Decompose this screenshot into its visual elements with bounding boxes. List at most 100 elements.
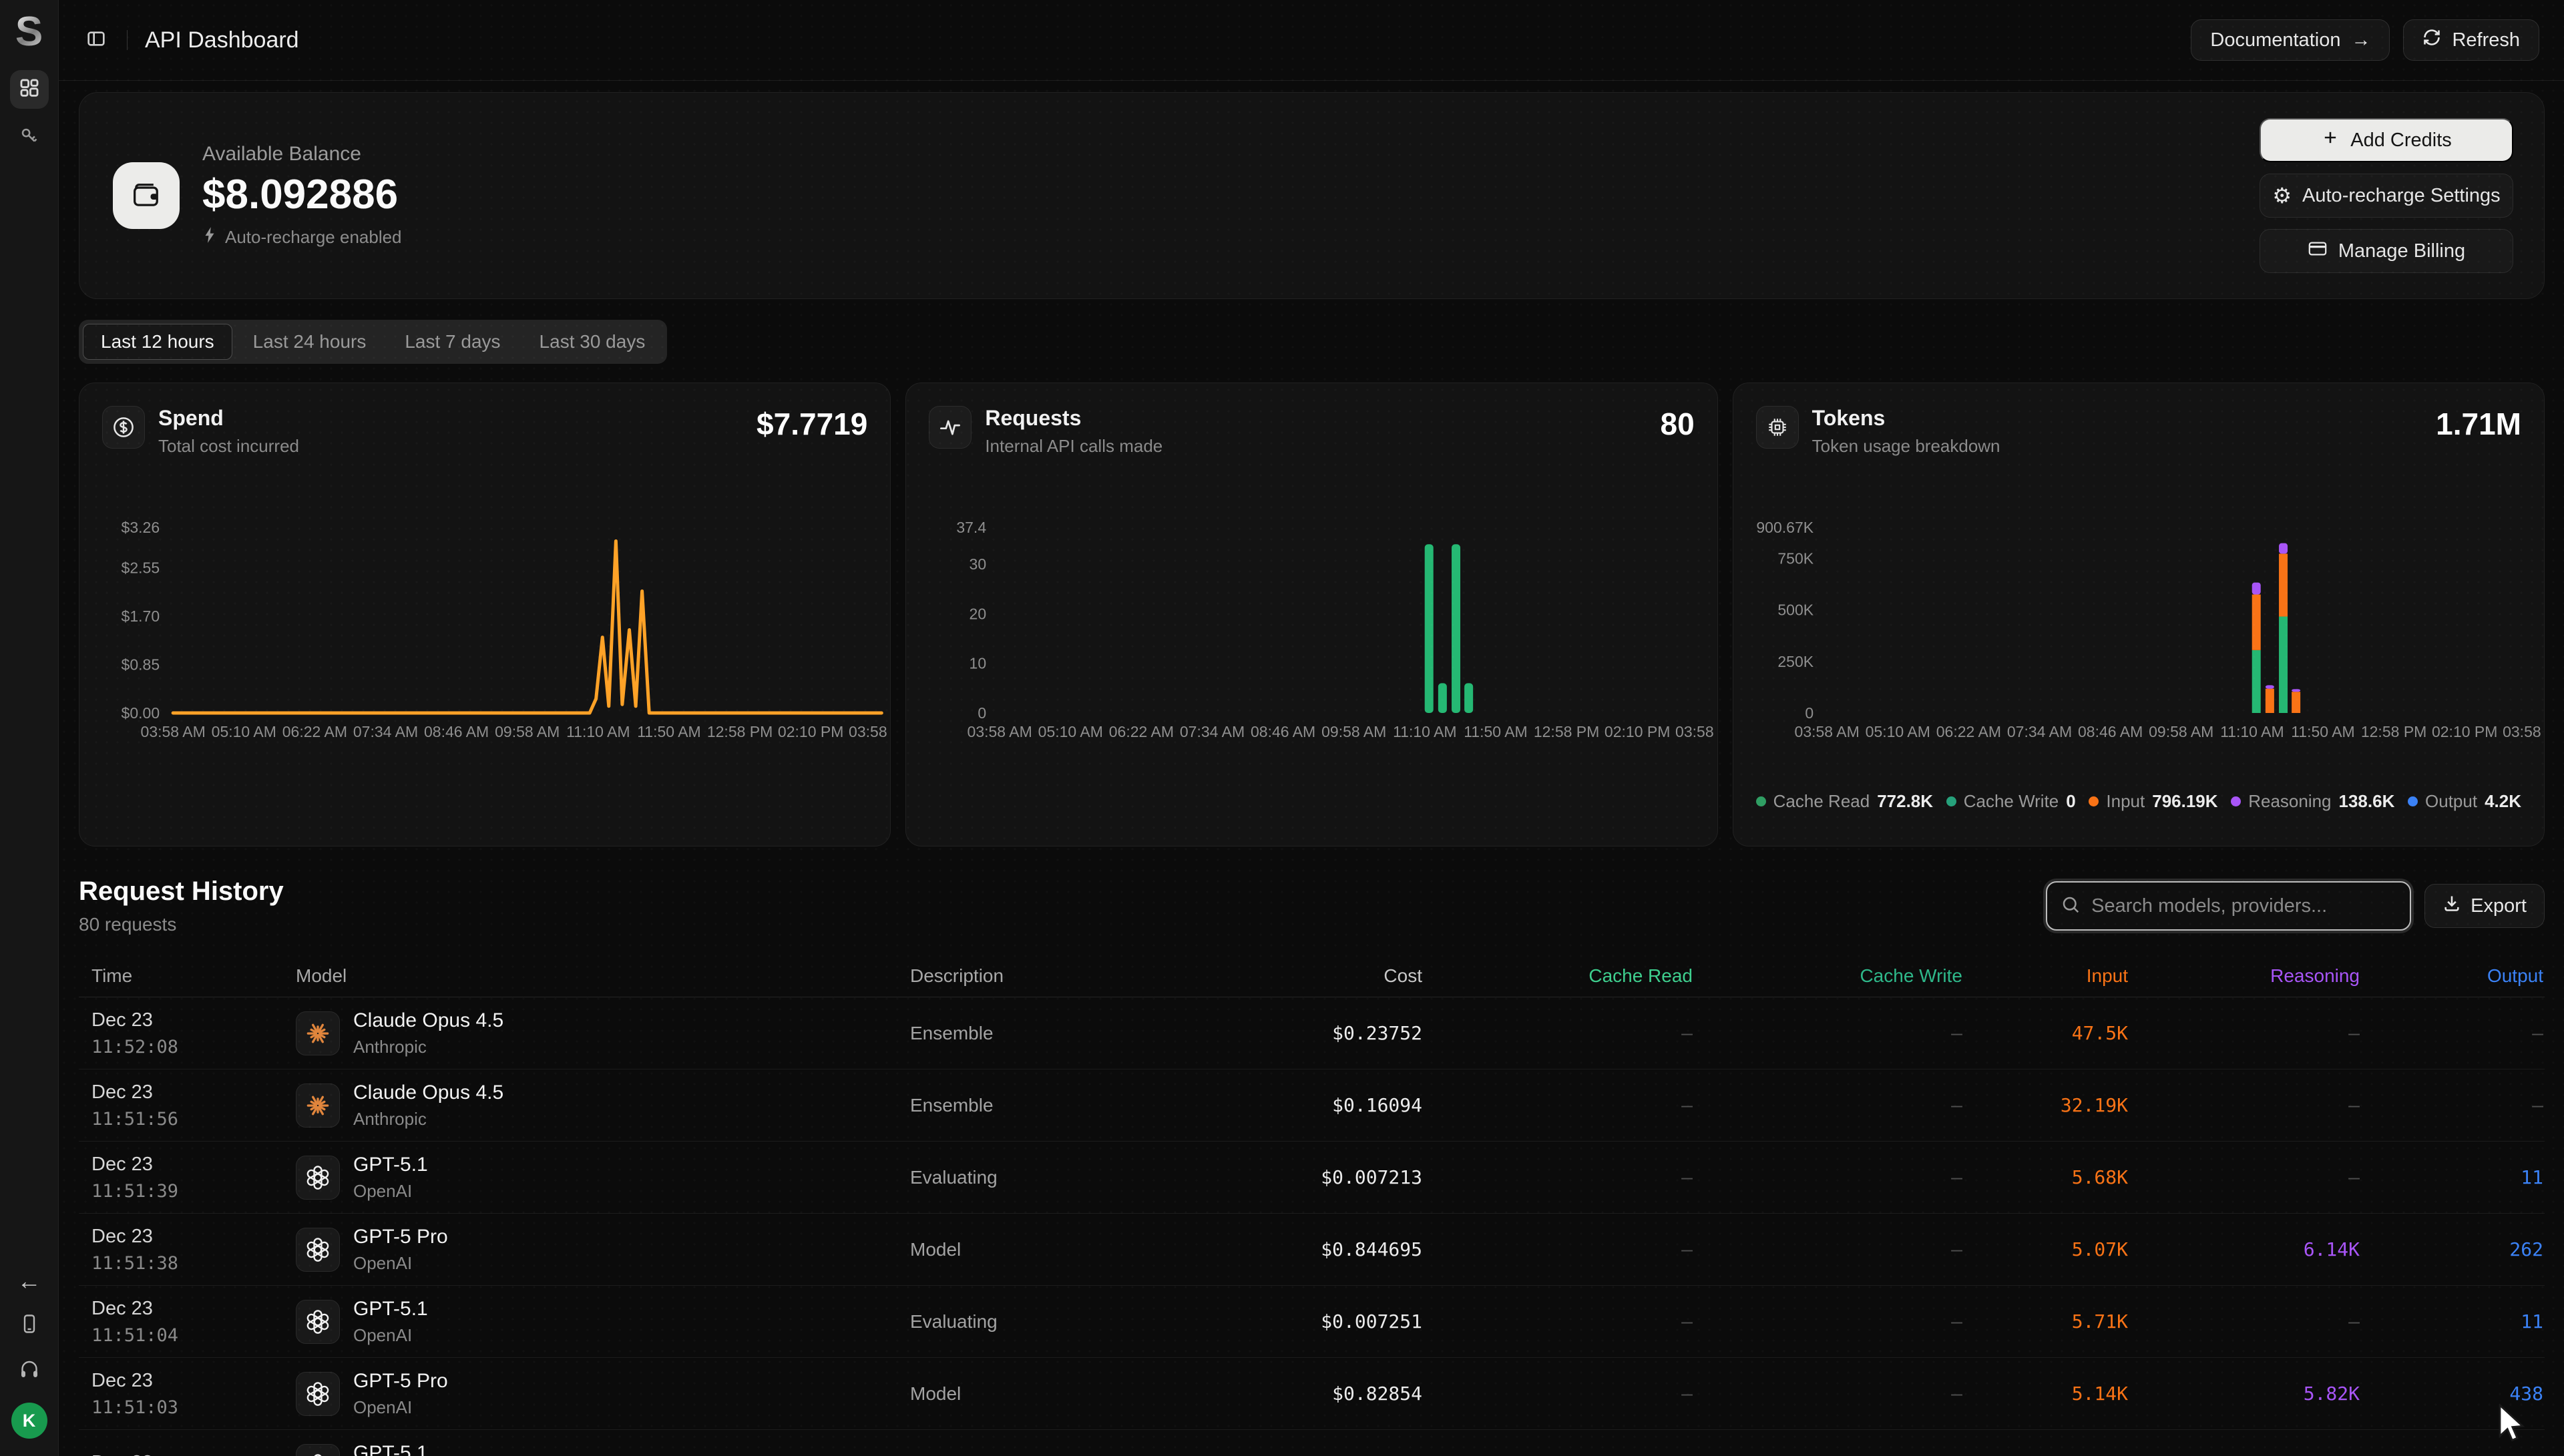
request-history-table: TimeModelDescriptionCostCache ReadCache … (79, 955, 2545, 1456)
svg-text:08:46 AM: 08:46 AM (2078, 723, 2143, 740)
time-tab-last-7-days[interactable]: Last 7 days (387, 324, 518, 360)
tokens-card: Tokens Token usage breakdown 1.71M 0250K… (1733, 383, 2545, 846)
spend-title: Spend (158, 406, 299, 431)
documentation-label: Documentation (2210, 29, 2340, 51)
refresh-icon (2422, 28, 2441, 52)
request-history-title: Request History (79, 877, 284, 907)
svg-text:0: 0 (978, 704, 987, 722)
time-tab-last-30-days[interactable]: Last 30 days (521, 324, 664, 360)
topbar-divider (127, 30, 128, 50)
refresh-button[interactable]: Refresh (2403, 19, 2539, 61)
page-title: API Dashboard (145, 27, 299, 53)
svg-text:0: 0 (1805, 704, 1813, 722)
svg-text:900.67K: 900.67K (1756, 519, 1813, 536)
svg-text:$1.70: $1.70 (122, 608, 160, 625)
svg-text:30: 30 (970, 555, 987, 573)
column-header-time: Time (91, 965, 296, 987)
svg-text:12:58 PM: 12:58 PM (707, 723, 773, 740)
activity-pulse-icon (929, 406, 972, 449)
svg-text:03:58 PM: 03:58 PM (1675, 723, 1717, 740)
svg-text:08:46 AM: 08:46 AM (1251, 723, 1315, 740)
legend-cache-write: Cache Write0 (1946, 791, 2076, 812)
sidebar-item-api-keys[interactable] (10, 118, 49, 157)
svg-text:05:10 AM: 05:10 AM (212, 723, 276, 740)
svg-text:06:22 AM: 06:22 AM (1936, 723, 2000, 740)
tokens-legend: Cache Read772.8KCache Write0Input796.19K… (1733, 742, 2544, 812)
auto-recharge-settings-label: Auto-recharge Settings (2302, 185, 2501, 207)
svg-text:07:34 AM: 07:34 AM (1180, 723, 1245, 740)
svg-text:$0.85: $0.85 (122, 656, 160, 674)
balance-card: Available Balance $8.092886 Auto-recharg… (79, 92, 2545, 299)
spend-card: Spend Total cost incurred $7.7719 $0.00$… (79, 383, 891, 846)
column-header-cache-write: Cache Write (1693, 965, 1962, 987)
svg-text:08:46 AM: 08:46 AM (424, 723, 489, 740)
panel-left-icon (85, 28, 107, 53)
table-row[interactable]: Dec 2311:51:39GPT-5.1OpenAIEvaluating$0.… (79, 1142, 2545, 1214)
column-header-input: Input (1962, 965, 2128, 987)
documentation-button[interactable]: Documentation → (2191, 19, 2390, 61)
table-row[interactable]: Dec 2311:51:04GPT-5.1OpenAIEvaluating$0.… (79, 1286, 2545, 1358)
sidebar-toggle-button[interactable] (79, 23, 114, 57)
app-root: S ← K (0, 0, 2564, 1456)
svg-text:750K: 750K (1777, 550, 1813, 567)
auto-recharge-settings-button[interactable]: ⚙ Auto-recharge Settings (2260, 174, 2513, 218)
export-label: Export (2471, 895, 2527, 917)
search-input[interactable] (2090, 895, 2396, 918)
svg-text:05:10 AM: 05:10 AM (1038, 723, 1103, 740)
column-header-description: Description (910, 965, 1118, 987)
requests-subtitle: Internal API calls made (985, 436, 1162, 457)
svg-text:02:10 PM: 02:10 PM (778, 723, 844, 740)
balance-label: Available Balance (202, 143, 402, 166)
add-credits-button[interactable]: Add Credits (2260, 118, 2513, 162)
time-tab-last-24-hours[interactable]: Last 24 hours (235, 324, 385, 360)
svg-text:07:34 AM: 07:34 AM (353, 723, 418, 740)
bolt-icon (202, 226, 217, 248)
svg-text:09:58 AM: 09:58 AM (495, 723, 560, 740)
svg-text:03:58 AM: 03:58 AM (968, 723, 1032, 740)
column-header-cost: Cost (1118, 965, 1422, 987)
table-row[interactable]: Dec 2311:52:08Claude Opus 4.5AnthropicEn… (79, 997, 2545, 1069)
openai-logo-icon (296, 1228, 340, 1272)
svg-text:03:58 PM: 03:58 PM (849, 723, 890, 740)
arrow-right-icon: → (2351, 29, 2370, 51)
manage-billing-label: Manage Billing (2338, 240, 2465, 262)
search-icon (2061, 895, 2081, 918)
cpu-chip-icon (1756, 406, 1799, 449)
request-history-header: Request History 80 requests Expo (79, 877, 2545, 935)
requests-title: Requests (985, 406, 1162, 431)
sidebar-item-dashboard[interactable] (10, 70, 49, 109)
device-icon[interactable] (19, 1313, 40, 1338)
table-row[interactable]: Dec 23GPT-5.1OpenAIEvaluating$0.013681––… (79, 1430, 2545, 1456)
column-header-reasoning: Reasoning (2128, 965, 2360, 987)
tokens-chart: 0250K500K750K900.67K03:58 AM05:10 AM06:2… (1733, 511, 2544, 742)
table-body: Dec 2311:52:08Claude Opus 4.5AnthropicEn… (79, 997, 2545, 1456)
manage-billing-button[interactable]: Manage Billing (2260, 229, 2513, 273)
time-range-tabs: Last 12 hoursLast 24 hoursLast 7 daysLas… (79, 320, 667, 364)
sidebar-bottom: ← K (11, 1269, 47, 1439)
anthropic-logo-icon (296, 1083, 340, 1128)
auto-recharge-note: Auto-recharge enabled (202, 226, 402, 248)
svg-text:11:10 AM: 11:10 AM (566, 723, 630, 740)
svg-text:07:34 AM: 07:34 AM (2007, 723, 2072, 740)
column-header-cache-read: Cache Read (1422, 965, 1693, 987)
svg-text:$3.26: $3.26 (122, 519, 160, 536)
table-row[interactable]: Dec 2311:51:38GPT-5 ProOpenAIModel$0.844… (79, 1214, 2545, 1286)
export-button[interactable]: Export (2424, 884, 2545, 928)
user-avatar[interactable]: K (11, 1403, 47, 1439)
svg-text:$2.55: $2.55 (122, 559, 160, 577)
table-row[interactable]: Dec 2311:51:56Claude Opus 4.5AnthropicEn… (79, 1069, 2545, 1142)
collapse-back-icon[interactable]: ← (17, 1269, 41, 1293)
refresh-label: Refresh (2452, 29, 2520, 51)
time-tab-last-12-hours[interactable]: Last 12 hours (83, 324, 232, 360)
download-icon (2442, 894, 2461, 918)
svg-text:09:58 AM: 09:58 AM (2149, 723, 2213, 740)
tokens-title: Tokens (1812, 406, 2000, 431)
column-header-output: Output (2360, 965, 2543, 987)
anthropic-logo-icon (296, 1011, 340, 1055)
table-row[interactable]: Dec 2311:51:03GPT-5 ProOpenAIModel$0.828… (79, 1358, 2545, 1430)
openai-logo-icon (296, 1156, 340, 1200)
svg-text:12:58 PM: 12:58 PM (2360, 723, 2426, 740)
dollar-circle-icon (102, 406, 145, 449)
headphones-icon[interactable] (19, 1358, 40, 1383)
tokens-subtitle: Token usage breakdown (1812, 436, 2000, 457)
